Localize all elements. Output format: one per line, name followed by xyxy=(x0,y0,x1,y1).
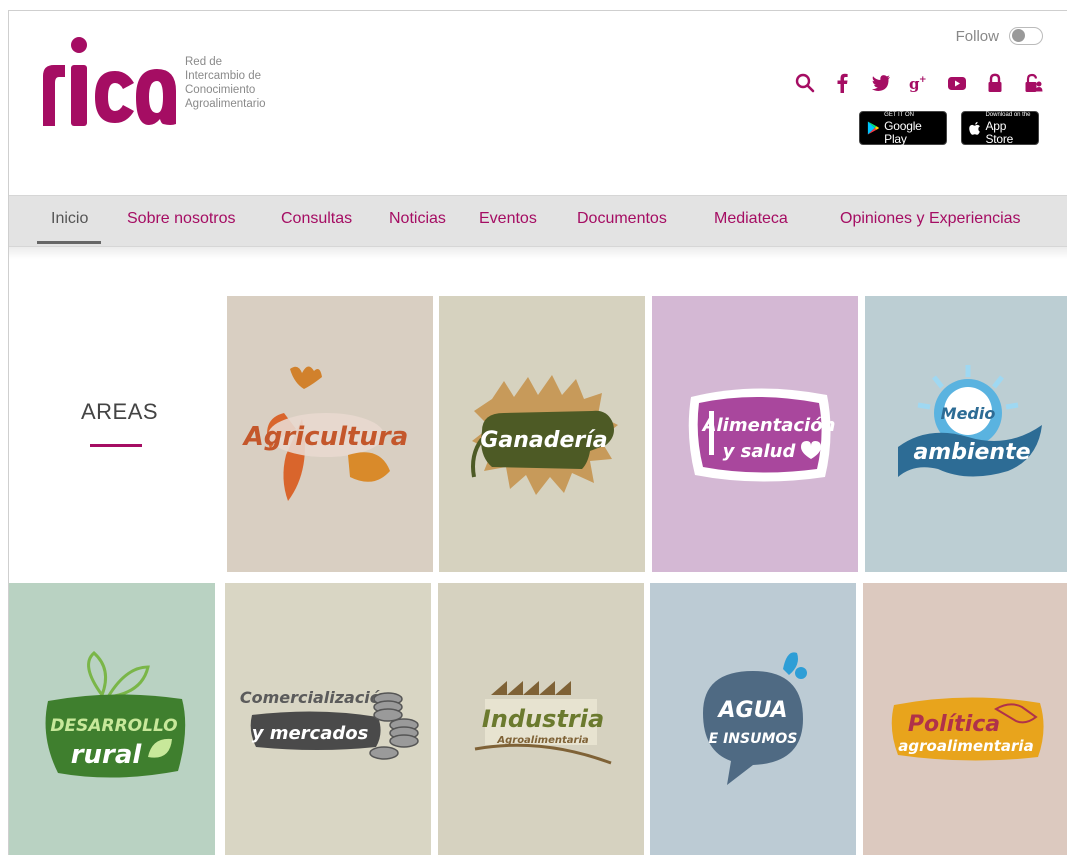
app-store-badge[interactable]: Download on the App Store xyxy=(961,111,1039,146)
follow-label: Follow xyxy=(955,27,999,45)
politica-label-2: agroalimentaria xyxy=(898,737,1033,755)
youtube-icon[interactable] xyxy=(947,73,967,93)
page-frame: Red de Intercambio de Conocimiento Agroa… xyxy=(8,10,1067,855)
nav-item-noticias[interactable]: Noticias xyxy=(389,210,446,228)
svg-text:+: + xyxy=(919,75,927,85)
follow-toggle[interactable] xyxy=(1009,27,1043,45)
nav-item-documentos[interactable]: Documentos xyxy=(577,210,667,228)
rica-logo[interactable]: Red de Intercambio de Conocimiento Agroa… xyxy=(39,31,266,131)
area-tile-industria[interactable]: Industria Agroalimentaria xyxy=(438,583,644,855)
nav-active-underline xyxy=(37,241,101,244)
facebook-icon[interactable] xyxy=(833,73,853,93)
toggle-knob xyxy=(1012,29,1025,42)
tagline-line: Intercambio de xyxy=(185,70,262,82)
nav-item-eventos[interactable]: Eventos xyxy=(479,210,537,228)
nav-item-sobre-nosotros[interactable]: Sobre nosotros xyxy=(127,210,236,228)
nav-item-mediateca[interactable]: Mediateca xyxy=(714,210,788,228)
alimentacion-label-1: Alimentación xyxy=(701,415,836,436)
agua-illustration: AGUA E INSUMOS xyxy=(703,651,807,785)
nav-item-consultas[interactable]: Consultas xyxy=(281,210,352,228)
app-store-label: App Store xyxy=(985,119,1014,146)
desarrollo-label-1: DESARROLLO xyxy=(50,716,177,736)
logo-tagline: Red de Intercambio de Conocimiento Agroa… xyxy=(185,55,266,111)
user-lock-icon[interactable] xyxy=(1023,73,1043,93)
main-nav: Inicio Sobre nosotros Consultas Noticias… xyxy=(9,195,1067,247)
alimentacion-label-2: y salud xyxy=(723,441,797,462)
area-tile-agricultura[interactable]: Agricultura xyxy=(227,296,433,572)
areas-heading: AREAS xyxy=(81,399,159,424)
medio-ambiente-illustration: Medio ambiente xyxy=(898,365,1042,477)
industria-illustration: Industria Agroalimentaria xyxy=(474,680,612,764)
twitter-icon[interactable] xyxy=(871,73,891,93)
logo-wordmark xyxy=(39,31,179,131)
comercializacion-label-1: Comercialización xyxy=(240,688,392,707)
site-header: Red de Intercambio de Conocimiento Agroa… xyxy=(9,11,1067,194)
agricultura-label: Agricultura xyxy=(242,422,409,452)
area-tile-medio-ambiente[interactable]: Medio ambiente xyxy=(865,296,1067,572)
agua-label-2: E INSUMOS xyxy=(709,731,798,747)
politica-label-1: Política xyxy=(908,712,1000,737)
area-tile-ganaderia[interactable]: Ganadería xyxy=(439,296,645,572)
comercializacion-illustration: Comercialización y mercados xyxy=(240,688,419,760)
comercializacion-label-2: y mercados xyxy=(252,723,369,744)
search-icon[interactable] xyxy=(795,73,815,93)
follow-control: Follow xyxy=(956,27,1043,45)
google-plus-icon[interactable]: g + xyxy=(909,73,929,93)
ganaderia-illustration: Ganadería xyxy=(471,375,618,495)
desarrollo-rural-illustration: DESARROLLO rural xyxy=(45,650,186,778)
social-icons: g + xyxy=(795,73,1043,93)
google-play-label: Google Play xyxy=(884,119,922,146)
area-tile-comercializacion[interactable]: Comercialización y mercados xyxy=(225,583,431,855)
alimentacion-illustration: Alimentación y salud xyxy=(688,388,836,482)
google-play-badge[interactable]: GET IT ON Google Play xyxy=(859,111,947,146)
tagline-line: Conocimiento xyxy=(185,84,256,96)
nav-item-inicio[interactable]: Inicio xyxy=(51,210,88,228)
medio-label-2: ambiente xyxy=(913,440,1030,465)
areas-heading-underline xyxy=(90,444,142,447)
app-store-badges: GET IT ON Google Play Download on the Ap… xyxy=(859,111,1039,146)
area-tile-desarrollo-rural[interactable]: DESARROLLO rural xyxy=(9,583,215,855)
industria-label-1: Industria xyxy=(482,705,604,733)
politica-illustration: Política agroalimentaria xyxy=(891,696,1044,761)
medio-label-1: Medio xyxy=(941,404,996,423)
google-play-icon xyxy=(867,121,879,135)
tagline-line: Agroalimentario xyxy=(185,98,266,110)
area-tile-politica[interactable]: Política agroalimentaria xyxy=(863,583,1067,855)
area-tile-agua[interactable]: AGUA E INSUMOS xyxy=(650,583,856,855)
apple-icon xyxy=(969,121,980,135)
agua-label-1: AGUA xyxy=(717,698,788,723)
nav-shadow xyxy=(9,247,1067,259)
lock-icon[interactable] xyxy=(985,73,1005,93)
area-tile-alimentacion[interactable]: Alimentación y salud xyxy=(652,296,858,572)
ganaderia-label: Ganadería xyxy=(480,428,607,453)
tagline-line: Red de xyxy=(185,56,223,68)
desarrollo-label-2: rural xyxy=(71,740,143,770)
agricultura-illustration: Agricultura xyxy=(242,366,409,501)
nav-item-opiniones[interactable]: Opiniones y Experiencias xyxy=(840,210,1021,228)
